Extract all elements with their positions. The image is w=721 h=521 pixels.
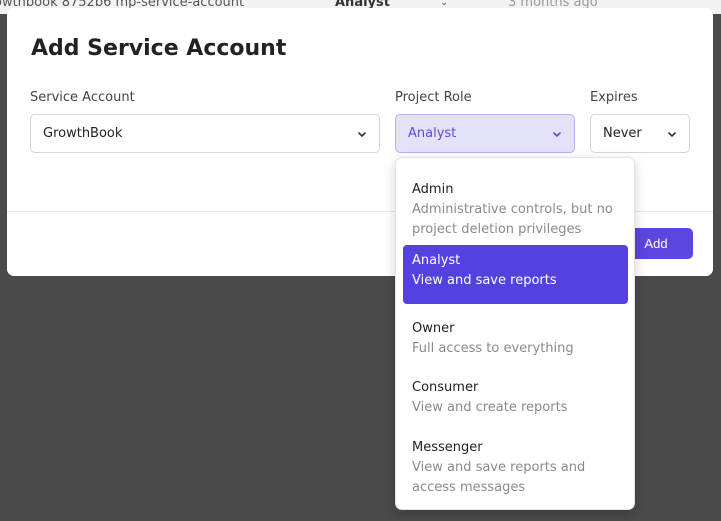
expires-value: Never xyxy=(603,126,642,141)
option-description: View and create reports xyxy=(412,400,568,415)
option-title: Owner xyxy=(412,321,455,336)
project-role-select[interactable]: Analyst xyxy=(395,114,575,153)
service-account-label: Service Account xyxy=(30,90,135,105)
role-option-analyst[interactable]: Analyst View and save reports xyxy=(403,245,628,304)
role-option-messenger[interactable]: Messenger View and save reports and acce… xyxy=(403,432,628,504)
chevron-down-icon xyxy=(553,132,561,137)
role-option-owner[interactable]: Owner Full access to everything xyxy=(403,313,628,365)
option-title: Admin xyxy=(412,182,454,197)
expires-select[interactable]: Never xyxy=(590,114,690,153)
option-description: View and save reports xyxy=(412,273,557,288)
chevron-down-icon xyxy=(668,132,676,137)
chevron-down-icon xyxy=(358,132,366,137)
project-role-value: Analyst xyxy=(408,126,457,141)
service-account-select[interactable]: GrowthBook xyxy=(30,114,380,153)
modal-title: Add Service Account xyxy=(31,36,287,61)
expires-label: Expires xyxy=(590,90,638,105)
service-account-value: GrowthBook xyxy=(43,126,123,141)
role-option-consumer[interactable]: Consumer View and create reports xyxy=(403,372,628,424)
option-title: Messenger xyxy=(412,440,483,455)
project-role-dropdown: Admin Administrative controls, but no pr… xyxy=(395,157,635,510)
chevron-down-icon: ⌄ xyxy=(440,0,449,8)
project-role-label: Project Role xyxy=(395,90,472,105)
option-title: Analyst xyxy=(412,253,461,268)
option-description: Full access to everything xyxy=(412,341,574,356)
option-title: Consumer xyxy=(412,380,479,395)
option-description: Administrative controls, but no project … xyxy=(412,202,613,237)
role-option-admin[interactable]: Admin Administrative controls, but no pr… xyxy=(403,174,628,246)
option-description: View and save reports and access message… xyxy=(412,460,586,495)
